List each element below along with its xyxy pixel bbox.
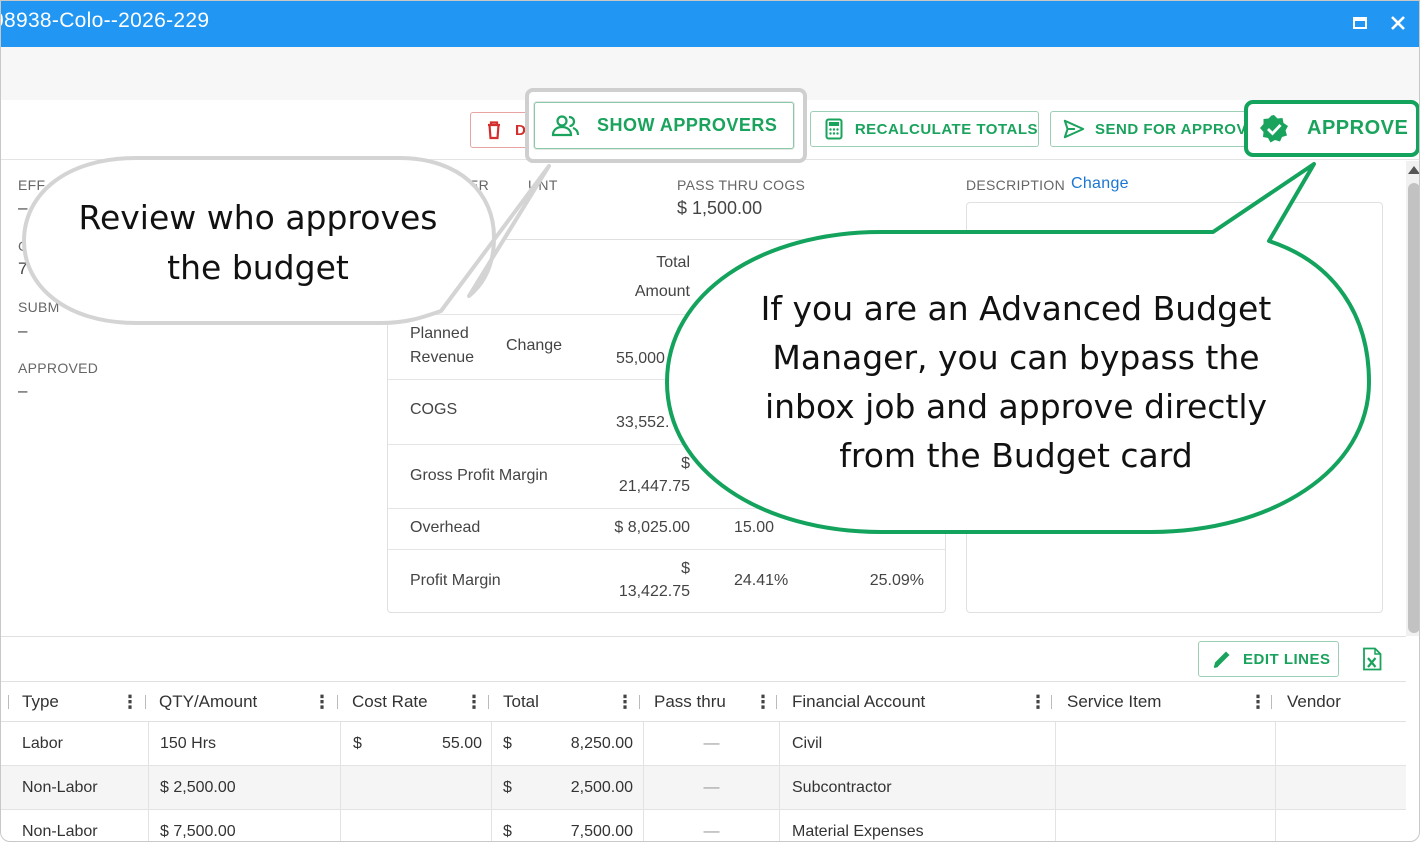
approve-callout-text: If you are an Advanced Budget Manager, y… — [760, 289, 1272, 475]
approvers-callout-text: Review who approves the budget — [78, 198, 438, 287]
budget-window: 08938-Colo--2026-229 D SHOW APPROVERS RE… — [0, 0, 1420, 842]
